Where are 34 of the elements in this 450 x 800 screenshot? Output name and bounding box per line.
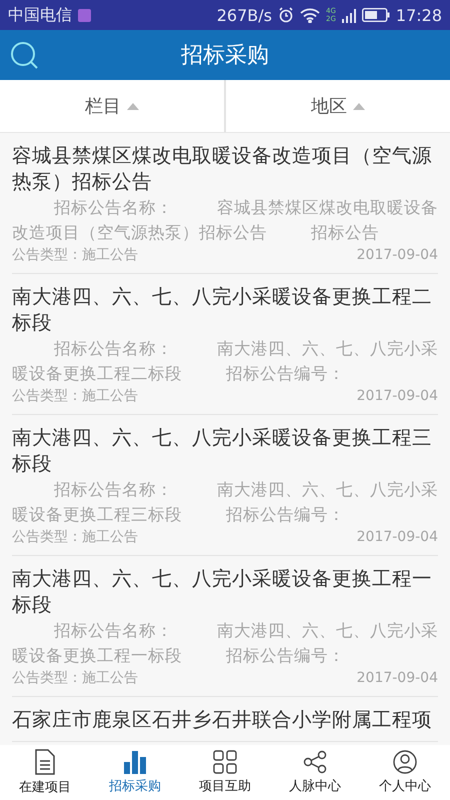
- carrier-name: 中国电信: [8, 4, 72, 26]
- bar-chart-icon: [123, 750, 147, 774]
- notice-summary: 招标公告名称： 南大港四、六、七、八完小采暖设备更换工程三标段 招标公告编号：: [12, 479, 438, 526]
- notice-type: 公告类型：施工公告: [12, 669, 138, 688]
- notice-type: 公告类型：施工公告: [12, 246, 138, 265]
- app-notification-icon: [78, 8, 91, 22]
- battery-icon: [362, 8, 390, 22]
- notice-type: 公告类型：施工公告: [12, 528, 138, 547]
- notice-summary: 招标公告名称： 南大港四、六、七、八完小采暖设备更换工程一标段 招标公告编号：: [12, 620, 438, 667]
- notice-title[interactable]: 南大港四、六、七、八完小采暖设备更换工程二标段: [12, 284, 438, 336]
- wifi-icon: [300, 8, 320, 22]
- notice-title[interactable]: 南大港四、六、七、八完小采暖设备更换工程三标段: [12, 425, 438, 477]
- alarm-clock-icon: [278, 7, 294, 23]
- search-button[interactable]: [10, 41, 40, 71]
- grid-icon: [213, 750, 237, 774]
- notice-summary: 招标公告名称： 容城县禁煤区煤改电取暖设备改造项目（空气源热泵）招标公告 招标公告: [12, 197, 438, 244]
- notice-date: 2017-09-04: [356, 528, 438, 547]
- share-icon: [303, 750, 327, 774]
- notice-date: 2017-09-04: [356, 246, 438, 265]
- network-speed: 267B/s: [216, 6, 272, 24]
- clock-time: 17:28: [396, 6, 442, 24]
- notice-title[interactable]: 容城县禁煤区煤改电取暖设备改造项目（空气源热泵）招标公告: [12, 143, 438, 195]
- signal-icon: [342, 8, 356, 22]
- notice-type: 公告类型：施工公告: [12, 387, 138, 406]
- notice-title[interactable]: 石家庄市鹿泉区石井乡石井联合小学附属工程项: [12, 707, 438, 733]
- notice-date: 2017-09-04: [356, 669, 438, 688]
- notice-date: 2017-09-04: [356, 387, 438, 406]
- notice-title[interactable]: 南大港四、六、七、八完小采暖设备更换工程一标段: [12, 566, 438, 618]
- notice-summary: 招标公告名称： 南大港四、六、七、八完小采暖设备更换工程二标段 招标公告编号：: [12, 338, 438, 385]
- page-title: 招标采购: [180, 42, 270, 70]
- caret-icon: [127, 102, 139, 110]
- document-icon: [34, 749, 56, 775]
- caret-icon: [353, 102, 365, 110]
- person-icon: [393, 750, 417, 774]
